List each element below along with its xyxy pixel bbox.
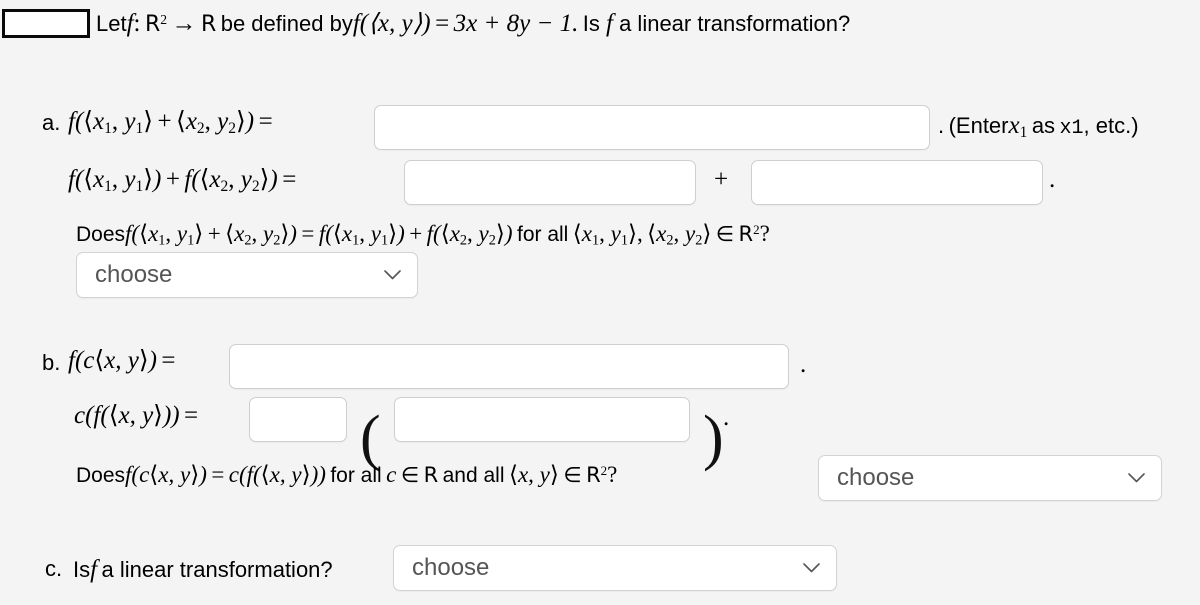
chevron-down-icon	[384, 270, 401, 280]
prompt-f: f	[126, 10, 134, 37]
prompt-definition-lhs: f(⟨x, y⟩)	[352, 10, 431, 37]
part-a-line1-hint: . (Enterx1 as x1, etc.)	[938, 112, 1139, 141]
part-a-line2-period: .	[1049, 166, 1056, 193]
prompt-equals: =	[435, 10, 450, 37]
part-b-select[interactable]: choose	[818, 455, 1162, 501]
part-c-question: Isf a linear transformation?	[73, 556, 333, 583]
part-c-select[interactable]: choose	[393, 545, 837, 591]
part-b-line2-period: .	[723, 404, 730, 431]
part-b-line1-expression: f(c⟨x, y⟩) =	[68, 345, 176, 374]
chevron-down-icon	[1128, 473, 1145, 483]
part-b-line1-period: .	[800, 351, 807, 378]
part-a-does-question: Doesf(⟨x1, y1⟩ + ⟨x2, y2⟩) = f(⟨x1, y1⟩)…	[76, 221, 770, 249]
hint-variable: x1	[1008, 112, 1028, 141]
prompt-defined-by: be defined by	[220, 11, 353, 36]
part-a-answer-2[interactable]	[404, 160, 696, 205]
prompt-definition-rhs: 3x + 8y − 1.	[453, 10, 579, 37]
prompt-codomain: R	[200, 12, 217, 37]
part-b-select-value: choose	[837, 464, 915, 491]
question-marker-box[interactable]	[2, 9, 90, 38]
part-a-select-value: choose	[95, 261, 173, 288]
prompt-domain: R2	[144, 11, 168, 37]
problem-statement: Letf: R2 → R be defined byf(⟨x, y⟩) = 3x…	[96, 8, 850, 38]
part-b-answer-3[interactable]	[394, 397, 690, 442]
prompt-let: Let	[96, 11, 127, 36]
part-c-label: c.	[45, 556, 63, 581]
chevron-down-icon	[803, 563, 820, 573]
part-a-line2-plus: +	[714, 166, 729, 193]
part-b-line2-expression: c(f(⟨x, y⟩)) =	[74, 400, 199, 429]
part-b-does-question: Doesf(c⟨x, y⟩) = c(f(⟨x, y⟩)) for all c …	[76, 462, 618, 488]
part-a-label: a.	[42, 110, 61, 135]
prompt-colon: :	[133, 10, 141, 37]
part-a-line1-expression: f(⟨x1, y1⟩ + ⟨x2, y2⟩) =	[68, 106, 273, 137]
hint-mono-sample: x1	[1059, 117, 1084, 140]
part-a-line2-expression: f(⟨x1, y1⟩) + f(⟨x2, y2⟩) =	[68, 164, 297, 195]
part-a-select[interactable]: choose	[76, 252, 418, 298]
part-a-answer-1[interactable]	[374, 105, 930, 150]
part-c-select-value: choose	[412, 554, 490, 581]
part-a-answer-3[interactable]	[751, 160, 1043, 205]
prompt-question: Is f a linear transformation?	[582, 10, 851, 37]
part-b-answer-2[interactable]	[249, 397, 347, 442]
part-b-label: b.	[42, 350, 61, 375]
prompt-arrow: →	[171, 10, 197, 37]
part-b-answer-1[interactable]	[229, 344, 789, 389]
